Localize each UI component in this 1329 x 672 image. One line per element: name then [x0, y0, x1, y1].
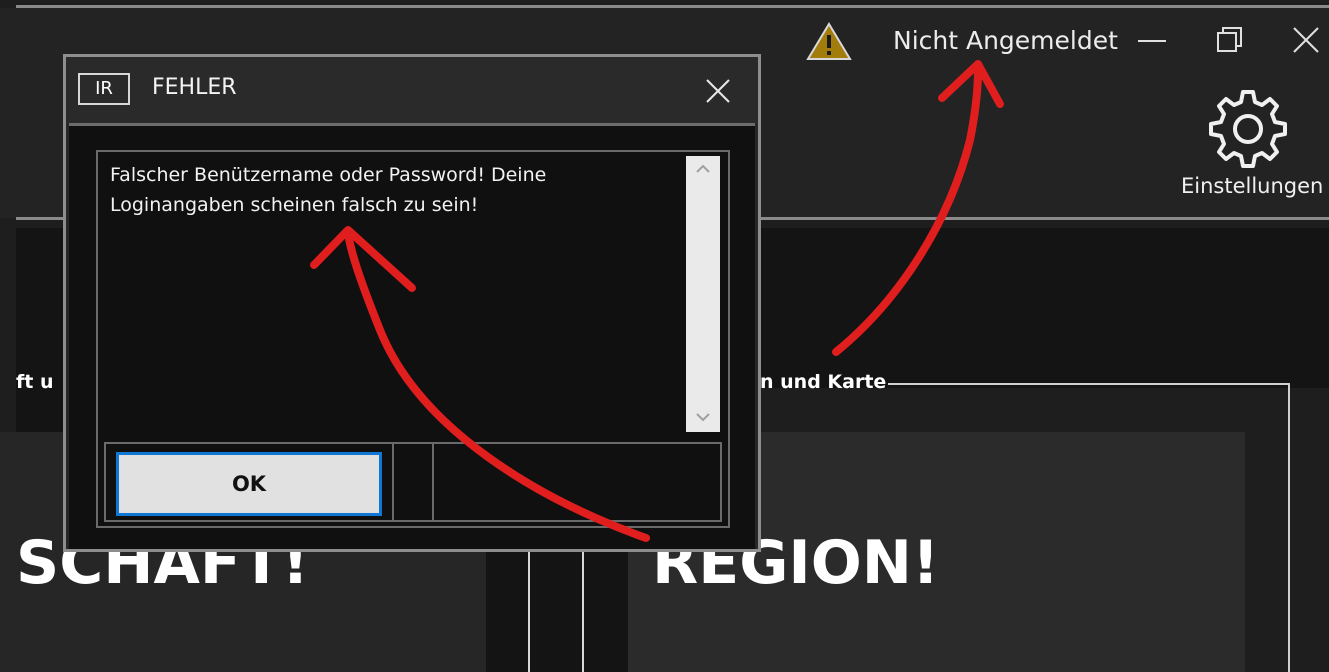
- left-group-label: ft u: [16, 371, 54, 393]
- button-separator: [392, 444, 394, 520]
- right-panel: [760, 228, 1329, 388]
- login-status-text: Nicht Angemeldet: [893, 26, 1118, 55]
- dialog-logo: IR: [78, 73, 130, 105]
- dialog-close-icon[interactable]: [702, 75, 734, 107]
- warning-icon: [806, 22, 852, 60]
- status-area: [806, 18, 852, 64]
- right-group-label: n und Karte: [760, 371, 887, 393]
- error-message: Falscher Benützername oder Password! Dei…: [110, 164, 547, 216]
- scroll-down-icon[interactable]: [694, 408, 712, 426]
- divider-line: [528, 545, 530, 672]
- error-dialog: IR FEHLER Falscher Benützername oder Pas…: [63, 54, 761, 552]
- dialog-button-row: OK: [104, 442, 722, 522]
- dialog-body: Falscher Benützername oder Password! Dei…: [69, 123, 755, 549]
- group-border-right: [1288, 383, 1290, 672]
- dialog-content-frame: Falscher Benützername oder Password! Dei…: [96, 150, 730, 528]
- divider-line: [582, 545, 584, 672]
- dialog-title: FEHLER: [152, 75, 237, 100]
- minimize-icon[interactable]: [1134, 22, 1172, 60]
- gear-icon[interactable]: [1205, 86, 1291, 172]
- ok-button[interactable]: OK: [116, 452, 382, 516]
- message-textbox[interactable]: Falscher Benützername oder Password! Dei…: [98, 152, 688, 440]
- settings-label[interactable]: Einstellungen: [1181, 174, 1323, 198]
- message-scrollbar[interactable]: [686, 156, 720, 432]
- group-border-top: [888, 383, 1290, 385]
- close-icon[interactable]: [1288, 22, 1326, 60]
- restore-icon[interactable]: [1212, 22, 1250, 60]
- button-separator: [432, 444, 434, 520]
- scroll-up-icon[interactable]: [694, 160, 712, 178]
- dialog-header: IR FEHLER: [66, 57, 758, 123]
